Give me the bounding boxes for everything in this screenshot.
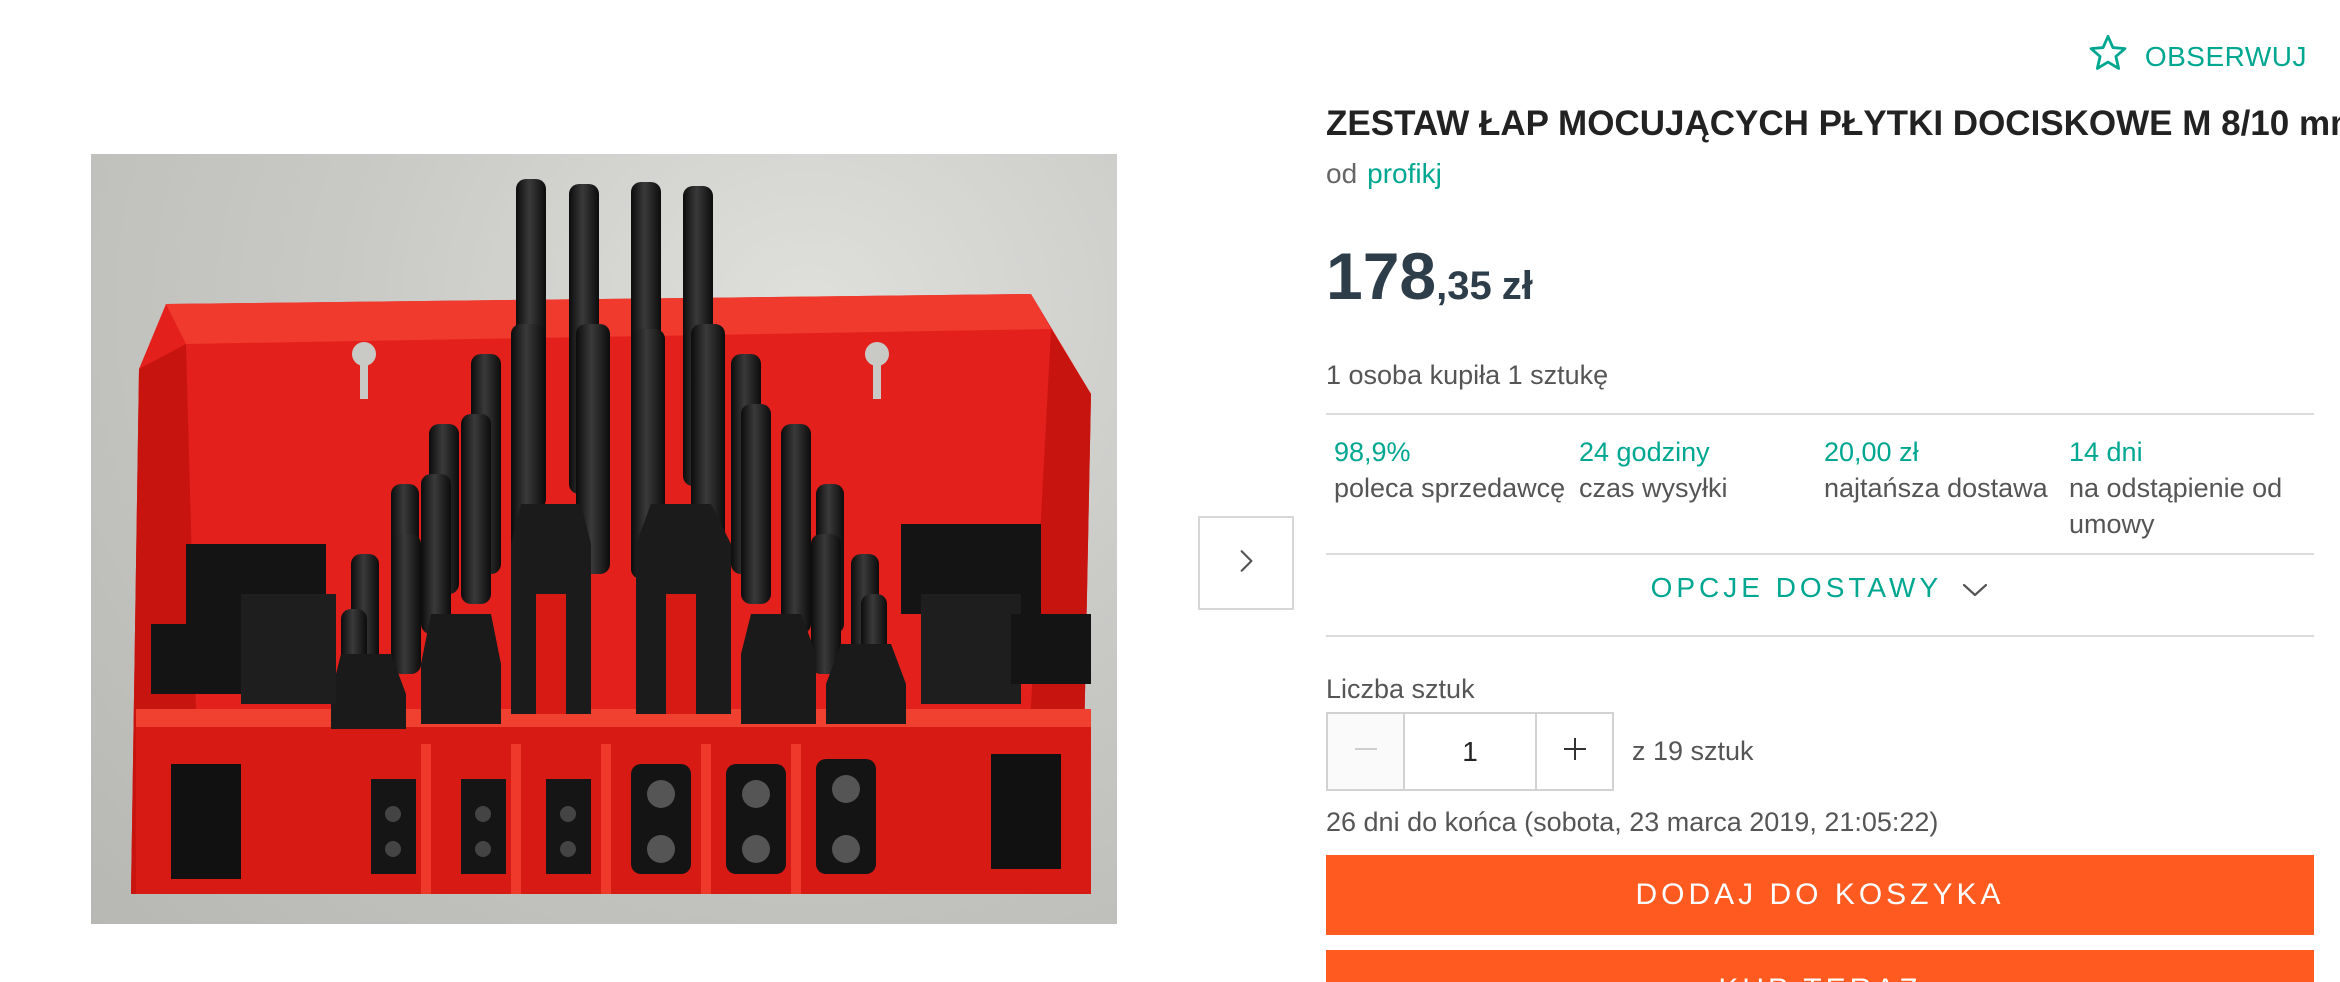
product-photo[interactable] [91, 154, 1117, 924]
buy-now-button[interactable]: KUP TERAZ [1326, 950, 2314, 982]
seller-stats: 98,9% poleca sprzedawcę 24 godziny czas … [1334, 434, 2314, 542]
stat-cheapest-delivery: 20,00 zł najtańsza dostawa [1824, 434, 2069, 542]
stat-recommendation: 98,9% poleca sprzedawcę [1334, 434, 1579, 542]
stat-value: 98,9% [1334, 437, 1411, 467]
observe-label: OBSERWUJ [2144, 40, 2307, 72]
price-fraction: ,35 [1436, 264, 1492, 308]
divider [1326, 553, 2314, 555]
minus-icon [1351, 734, 1381, 769]
stat-value: 20,00 zł [1824, 437, 1919, 467]
delivery-options-toggle[interactable]: OPCJE DOSTAWY [1326, 572, 2314, 604]
stat-label: czas wysyłki [1579, 473, 1728, 503]
price-currency: zł [1501, 264, 1533, 308]
decrease-quantity-button[interactable] [1326, 712, 1405, 791]
quantity-stepper: z 19 sztuk [1326, 712, 1754, 791]
divider [1326, 413, 2314, 415]
chevron-right-icon [1233, 548, 1259, 579]
price-integer: 178 [1326, 239, 1437, 313]
delivery-options-label: OPCJE DOSTAWY [1650, 572, 1942, 603]
plus-icon [1560, 734, 1590, 769]
stat-return-period: 14 dni na odstąpienie od umowy [2069, 434, 2314, 542]
star-outline-icon [2087, 32, 2129, 81]
stat-label: najtańsza dostawa [1824, 473, 2048, 503]
price: 178,35 zł [1326, 238, 1533, 314]
quantity-label: Liczba sztuk [1326, 674, 1475, 704]
product-title: ZESTAW ŁAP MOCUJĄCYCH PŁYTKI DOCISKOWE M… [1326, 104, 2340, 143]
chevron-down-icon [1953, 572, 1989, 603]
seller-prefix: od [1326, 158, 1358, 189]
stat-value: 14 dni [2069, 437, 2143, 467]
increase-quantity-button[interactable] [1535, 712, 1614, 791]
product-page: OBSERWUJ ZESTAW ŁAP MOCUJĄCYCH PŁYTKI DO… [0, 0, 2340, 982]
purchase-count: 1 osoba kupiła 1 sztukę [1326, 360, 1609, 390]
stat-shipping-time: 24 godziny czas wysyłki [1579, 434, 1824, 542]
observe-button[interactable]: OBSERWUJ [2087, 32, 2307, 81]
stat-label: na odstąpienie od umowy [2069, 473, 2283, 539]
quantity-input[interactable] [1405, 712, 1535, 791]
add-to-cart-button[interactable]: DODAJ DO KOSZYKA [1326, 855, 2314, 935]
stat-value: 24 godziny [1579, 437, 1710, 467]
stat-label: poleca sprzedawcę [1334, 473, 1566, 503]
seller-line: od profikj [1326, 158, 1442, 190]
available-quantity: z 19 sztuk [1632, 736, 1754, 766]
auction-end-time: 26 dni do końca (sobota, 23 marca 2019, … [1326, 807, 1939, 837]
seller-link[interactable]: profikj [1367, 158, 1442, 189]
next-image-button[interactable] [1198, 516, 1294, 610]
divider [1326, 635, 2314, 637]
